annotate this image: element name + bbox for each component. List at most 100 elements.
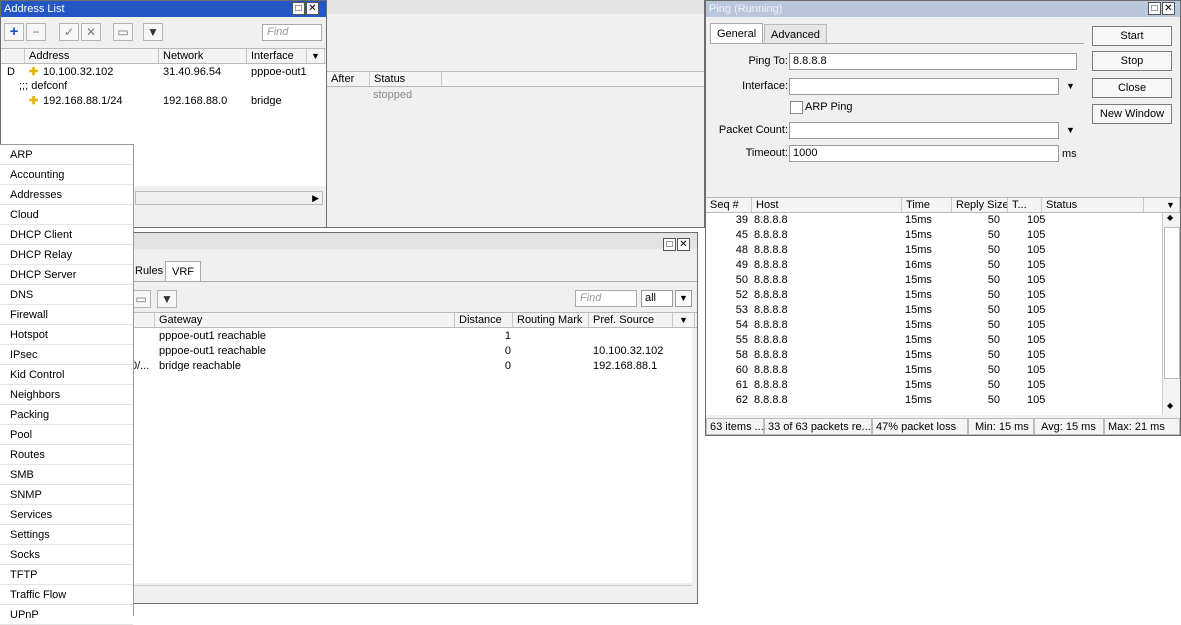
filter-dropdown-icon[interactable]: ▼ (675, 290, 692, 307)
column-ttl[interactable]: T... (1008, 198, 1042, 212)
close-icon[interactable]: ✕ (677, 238, 690, 251)
menu-item-arp[interactable]: ARP (0, 145, 133, 165)
column-status[interactable]: Status (1042, 198, 1144, 212)
timeout-input[interactable]: 1000 (789, 145, 1059, 162)
column-menu-icon[interactable]: ▼ (307, 49, 325, 63)
route-scrollbar[interactable] (129, 585, 692, 600)
packet-count-input[interactable] (789, 122, 1059, 139)
background-window-titlebar[interactable] (321, 0, 704, 14)
menu-item-dhcp-server[interactable]: DHCP Server (0, 265, 133, 285)
route-find-input[interactable]: Find (575, 290, 637, 307)
ping-result-row[interactable]: 49 8.8.8.8 16ms 50 105 (706, 260, 1162, 270)
table-row[interactable]: D ✚ 10.100.32.102 31.40.96.54 pppoe-out1 (1, 67, 323, 77)
column-routing-mark[interactable]: Routing Mark (513, 313, 589, 327)
filter-button[interactable]: ▼ (157, 290, 177, 308)
menu-item-smb[interactable]: SMB (0, 465, 133, 485)
tab-advanced[interactable]: Advanced (764, 24, 827, 44)
column-status[interactable]: Status (370, 72, 442, 86)
route-filter-select[interactable]: all (641, 290, 673, 307)
column-address[interactable]: Address (25, 49, 159, 63)
add-icon[interactable]: + (4, 23, 24, 41)
tab-rules[interactable]: Rules (129, 261, 169, 281)
menu-item-dhcp-relay[interactable]: DHCP Relay (0, 245, 133, 265)
ping-result-row[interactable]: 61 8.8.8.8 15ms 50 105 (706, 380, 1162, 390)
table-row[interactable]: pppoe-out1 reachable 1 (129, 331, 689, 341)
table-row[interactable]: ✚ 192.168.88.1/24 192.168.88.0 bridge (1, 96, 323, 106)
tab-vrf[interactable]: VRF (165, 261, 201, 281)
menu-item-kid-control[interactable]: Kid Control (0, 365, 133, 385)
ping-result-row[interactable]: 45 8.8.8.8 15ms 50 105 (706, 230, 1162, 240)
start-button[interactable]: Start (1092, 26, 1172, 46)
column-distance[interactable]: Distance (455, 313, 513, 327)
menu-item-ipsec[interactable]: IPsec (0, 345, 133, 365)
ping-result-row[interactable]: 55 8.8.8.8 15ms 50 105 (706, 335, 1162, 345)
menu-item-neighbors[interactable]: Neighbors (0, 385, 133, 405)
menu-item-dns[interactable]: DNS (0, 285, 133, 305)
menu-item-upnp[interactable]: UPnP (0, 605, 133, 625)
column-pref-source[interactable]: Pref. Source (589, 313, 673, 327)
column-gateway[interactable]: Gateway (155, 313, 455, 327)
stop-button[interactable]: Stop (1092, 51, 1172, 71)
comment-button[interactable]: ▭ (131, 290, 151, 308)
column-menu-icon[interactable]: ▼ (675, 313, 695, 327)
column-network[interactable]: Network (159, 49, 247, 63)
arp-ping-checkbox[interactable] (790, 101, 803, 114)
comment-row[interactable]: ;;; defconf (1, 81, 323, 91)
column-flags[interactable] (1, 49, 25, 63)
menu-item-hotspot[interactable]: Hotspot (0, 325, 133, 345)
ping-result-row[interactable]: 58 8.8.8.8 15ms 50 105 (706, 350, 1162, 360)
scroll-down-icon[interactable]: ◆ (1167, 401, 1173, 410)
ping-to-input[interactable]: 8.8.8.8 (789, 53, 1077, 70)
menu-item-traffic-flow[interactable]: Traffic Flow (0, 585, 133, 605)
ping-result-row[interactable]: 54 8.8.8.8 15ms 50 105 (706, 320, 1162, 330)
menu-item-socks[interactable]: Socks (0, 545, 133, 565)
menu-item-settings[interactable]: Settings (0, 525, 133, 545)
menu-item-dhcp-client[interactable]: DHCP Client (0, 225, 133, 245)
close-button[interactable]: Close (1092, 78, 1172, 98)
menu-item-routes[interactable]: Routes (0, 445, 133, 465)
ping-result-row[interactable]: 39 8.8.8.8 15ms 50 105 (706, 215, 1162, 225)
scroll-right-icon[interactable]: ▶ (312, 192, 319, 204)
column-seq[interactable]: Seq # (706, 198, 752, 212)
close-icon[interactable]: ✕ (306, 2, 319, 15)
ping-result-row[interactable]: 48 8.8.8.8 15ms 50 105 (706, 245, 1162, 255)
address-find-input[interactable]: Find (262, 24, 322, 41)
close-icon[interactable]: ✕ (1162, 2, 1175, 15)
interface-select[interactable] (789, 78, 1059, 95)
interface-dropdown-icon[interactable]: ▼ (1066, 81, 1075, 91)
ping-titlebar[interactable]: Ping (Running) (706, 1, 1180, 17)
ping-result-row[interactable]: 60 8.8.8.8 15ms 50 105 (706, 365, 1162, 375)
menu-item-tftp[interactable]: TFTP (0, 565, 133, 585)
scroll-up-icon[interactable]: ◆ (1167, 213, 1173, 222)
address-scrollbar[interactable]: ▶ (135, 191, 323, 205)
column-menu-icon[interactable]: ▼ (1162, 198, 1180, 212)
ping-result-row[interactable]: 52 8.8.8.8 15ms 50 105 (706, 290, 1162, 300)
new-window-button[interactable]: New Window (1092, 104, 1172, 124)
packet-count-dropdown-icon[interactable]: ▼ (1066, 125, 1075, 135)
menu-item-addresses[interactable]: Addresses (0, 185, 133, 205)
maximize-button[interactable]: □ (1148, 2, 1161, 15)
remove-icon[interactable]: − (26, 23, 46, 41)
ping-scrollbar[interactable]: ◆ ◆ (1162, 213, 1180, 415)
menu-item-cloud[interactable]: Cloud (0, 205, 133, 225)
enable-icon[interactable]: ✓ (59, 23, 79, 41)
comment-icon[interactable]: ▭ (113, 23, 133, 41)
menu-item-packing[interactable]: Packing (0, 405, 133, 425)
menu-item-services[interactable]: Services (0, 505, 133, 525)
disable-icon[interactable]: ✕ (81, 23, 101, 41)
menu-item-firewall[interactable]: Firewall (0, 305, 133, 325)
filter-icon[interactable]: ▼ (143, 23, 163, 41)
background-table-row[interactable]: stopped (373, 90, 412, 101)
ping-result-row[interactable]: 50 8.8.8.8 15ms 50 105 (706, 275, 1162, 285)
column-time[interactable]: Time (902, 198, 952, 212)
menu-item-pool[interactable]: Pool (0, 425, 133, 445)
table-row[interactable]: pppoe-out1 reachable 0 10.100.32.102 (129, 346, 689, 356)
column-after[interactable]: After (327, 72, 370, 86)
ping-result-row[interactable]: 53 8.8.8.8 15ms 50 105 (706, 305, 1162, 315)
table-row[interactable]: 0/... bridge reachable 0 192.168.88.1 (129, 361, 689, 371)
tab-general[interactable]: General (710, 23, 764, 43)
route-list-titlebar[interactable] (129, 233, 697, 249)
scroll-thumb[interactable] (1164, 227, 1180, 379)
ping-result-row[interactable]: 62 8.8.8.8 15ms 50 105 (706, 395, 1162, 405)
menu-item-accounting[interactable]: Accounting (0, 165, 133, 185)
